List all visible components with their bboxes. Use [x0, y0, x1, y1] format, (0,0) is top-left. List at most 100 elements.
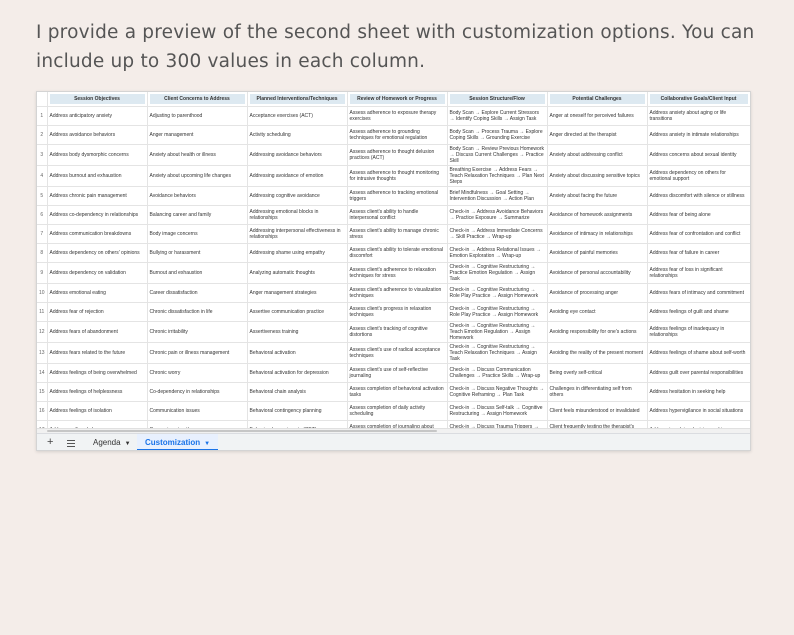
table-cell[interactable]: Body Scan → Process Trauma → Explore Cop… — [447, 125, 548, 145]
table-cell[interactable]: Address hesitation in seeking help — [647, 382, 750, 402]
table-cell[interactable]: Avoidance behaviors — [147, 186, 248, 206]
table-cell[interactable]: Behavioral activation for depression — [247, 363, 348, 383]
table-cell[interactable]: Adjusting to parenthood — [147, 106, 248, 126]
row-number[interactable]: 7 — [37, 224, 48, 244]
table-cell[interactable]: Check-in → Cognitive Restructuring → Tea… — [447, 321, 548, 343]
table-cell[interactable]: Address guilt over parental responsibili… — [647, 363, 750, 383]
table-cell[interactable]: Avoidance of intimacy in relationships — [547, 224, 648, 244]
table-cell[interactable]: Address emotional eating — [47, 283, 148, 303]
table-cell[interactable]: Address fear of confrontation and confli… — [647, 224, 750, 244]
table-cell[interactable]: Check-in → Cognitive Restructuring → Tea… — [447, 342, 548, 364]
table-cell[interactable]: Avoidance of homework assignments — [547, 205, 648, 225]
table-cell[interactable]: Check-in → Address Relational Issues → E… — [447, 243, 548, 263]
table-cell[interactable]: Address fear of failure in career — [647, 243, 750, 263]
row-number[interactable]: 10 — [37, 283, 48, 303]
table-cell[interactable]: Address feelings of being overwhelmed — [47, 363, 148, 383]
table-cell[interactable]: Client frequently testing the therapist'… — [547, 420, 648, 428]
column-header[interactable]: Session Structure/Flow — [447, 92, 548, 107]
table-cell[interactable]: Avoiding responsibility for one's action… — [547, 321, 648, 343]
table-cell[interactable]: Breathing Exercise → Address Fears → Tea… — [447, 165, 548, 187]
table-cell[interactable]: Address body dysmorphic concerns — [47, 144, 148, 166]
table-cell[interactable]: Assess client's tracking of cognitive di… — [347, 321, 448, 343]
table-cell[interactable]: Check-in → Discuss Negative Thoughts → C… — [447, 382, 548, 402]
table-cell[interactable]: Activity scheduling — [247, 125, 348, 145]
table-cell[interactable]: Anxiety about facing the future — [547, 186, 648, 206]
table-cell[interactable]: Address fears related to the future — [47, 342, 148, 364]
table-cell[interactable]: Check-in → Discuss Self-talk → Cognitive… — [447, 401, 548, 421]
row-number[interactable]: 12 — [37, 321, 48, 343]
table-cell[interactable]: Assess client's ability to manage chroni… — [347, 224, 448, 244]
table-cell[interactable]: Avoidance of personal accountability — [547, 262, 648, 284]
table-cell[interactable]: Assess client's progress in relaxation t… — [347, 302, 448, 322]
table-cell[interactable]: Check-in → Cognitive Restructuring → Pra… — [447, 262, 548, 284]
table-cell[interactable]: Assertive communication practice — [247, 302, 348, 322]
table-cell[interactable]: Balancing career and family — [147, 205, 248, 225]
row-number[interactable]: 6 — [37, 205, 48, 225]
table-cell[interactable]: Assess completion of behavioral activati… — [347, 382, 448, 402]
all-sheets-menu-icon[interactable] — [67, 434, 75, 450]
table-cell[interactable]: Chronic dissatisfaction in life — [147, 302, 248, 322]
table-cell[interactable]: Address concerns about sexual identity — [647, 144, 750, 166]
row-number[interactable]: 2 — [37, 125, 48, 145]
table-cell[interactable]: Addressing shame using empathy — [247, 243, 348, 263]
row-number[interactable]: 3 — [37, 144, 48, 166]
table-cell[interactable]: Avoiding eye contact — [547, 302, 648, 322]
row-number[interactable]: 11 — [37, 302, 48, 322]
table-cell[interactable]: Assertiveness training — [247, 321, 348, 343]
table-cell[interactable]: Assess completion of daily activity sche… — [347, 401, 448, 421]
table-cell[interactable]: Check-in → Cognitive Restructuring → Rol… — [447, 283, 548, 303]
table-cell[interactable]: Chronic irritability — [147, 321, 248, 343]
table-cell[interactable]: Addressing emotional blocks in relations… — [247, 205, 348, 225]
column-header[interactable]: Review of Homework or Progress — [347, 92, 448, 107]
column-header[interactable]: Potential Challenges — [547, 92, 648, 107]
table-cell[interactable]: Assess adherence to grounding techniques… — [347, 125, 448, 145]
table-cell[interactable]: Addressing interpersonal effectiveness i… — [247, 224, 348, 244]
table-cell[interactable]: Address feelings of helplessness — [47, 382, 148, 402]
row-number[interactable]: 9 — [37, 262, 48, 284]
table-cell[interactable]: Address anxiety about aging or life tran… — [647, 106, 750, 126]
table-cell[interactable]: Behavioral contingency planning — [247, 401, 348, 421]
table-cell[interactable]: Address dependency on others' opinions — [47, 243, 148, 263]
table-cell[interactable]: Assess adherence to tracking emotional t… — [347, 186, 448, 206]
table-cell[interactable]: Anger management strategies — [247, 283, 348, 303]
table-cell[interactable]: Address guilt and shame — [47, 420, 148, 428]
row-number[interactable]: 17 — [37, 420, 48, 428]
table-cell[interactable]: Avoidance of painful memories — [547, 243, 648, 263]
table-cell[interactable]: Assess client's use of radical acceptanc… — [347, 342, 448, 364]
table-cell[interactable]: Check-in → Address Avoidance Behaviors →… — [447, 205, 548, 225]
table-cell[interactable]: Assess adherence to thought delusion pra… — [347, 144, 448, 166]
table-cell[interactable]: Address fears of abandonment — [47, 321, 148, 343]
table-cell[interactable]: Address fear of rejection — [47, 302, 148, 322]
table-cell[interactable]: Behavioral experiments (CBT) — [247, 420, 348, 428]
table-cell[interactable]: Assess adherence to exposure therapy exe… — [347, 106, 448, 126]
table-cell[interactable]: Body image concerns — [147, 224, 248, 244]
row-number[interactable]: 1 — [37, 106, 48, 126]
table-cell[interactable]: Anger at oneself for perceived failures — [547, 106, 648, 126]
table-cell[interactable]: Addressing avoidance behaviors — [247, 144, 348, 166]
table-cell[interactable]: Check-in → Address Immediate Concerns → … — [447, 224, 548, 244]
table-cell[interactable]: Address dependency on validation — [47, 262, 148, 284]
table-cell[interactable]: Anxiety about addressing conflict — [547, 144, 648, 166]
table-cell[interactable]: Address communication breakdowns — [47, 224, 148, 244]
table-cell[interactable]: Check-in → Cognitive Restructuring → Rol… — [447, 302, 548, 322]
table-cell[interactable]: Anger management — [147, 125, 248, 145]
table-cell[interactable]: Body Scan → Explore Current Stressors → … — [447, 106, 548, 126]
table-cell[interactable]: Address fear of being alone — [647, 205, 750, 225]
row-number[interactable]: 8 — [37, 243, 48, 263]
table-cell[interactable]: Addressing cognitive avoidance — [247, 186, 348, 206]
table-cell[interactable]: Address avoidance behaviors — [47, 125, 148, 145]
table-cell[interactable]: Address discomfort with silence or still… — [647, 186, 750, 206]
table-cell[interactable]: Anxiety about health or illness — [147, 144, 248, 166]
table-cell[interactable]: Address burnout and exhaustion — [47, 165, 148, 187]
table-cell[interactable]: Address fears of intimacy and commitment — [647, 283, 750, 303]
table-cell[interactable]: Behavioral activation — [247, 342, 348, 364]
table-cell[interactable]: Address feelings of isolation — [47, 401, 148, 421]
table-cell[interactable]: Chronic worry — [147, 363, 248, 383]
table-cell[interactable]: Being overly self-critical — [547, 363, 648, 383]
row-number[interactable]: 13 — [37, 342, 48, 364]
row-number[interactable]: 16 — [37, 401, 48, 421]
table-cell[interactable]: Assess completion of journaling about pe… — [347, 420, 448, 428]
table-cell[interactable]: Address feelings of inadequacy in relati… — [647, 321, 750, 343]
table-cell[interactable]: Burnout and exhaustion — [147, 262, 248, 284]
table-cell[interactable]: Assess adherence to thought monitoring f… — [347, 165, 448, 187]
